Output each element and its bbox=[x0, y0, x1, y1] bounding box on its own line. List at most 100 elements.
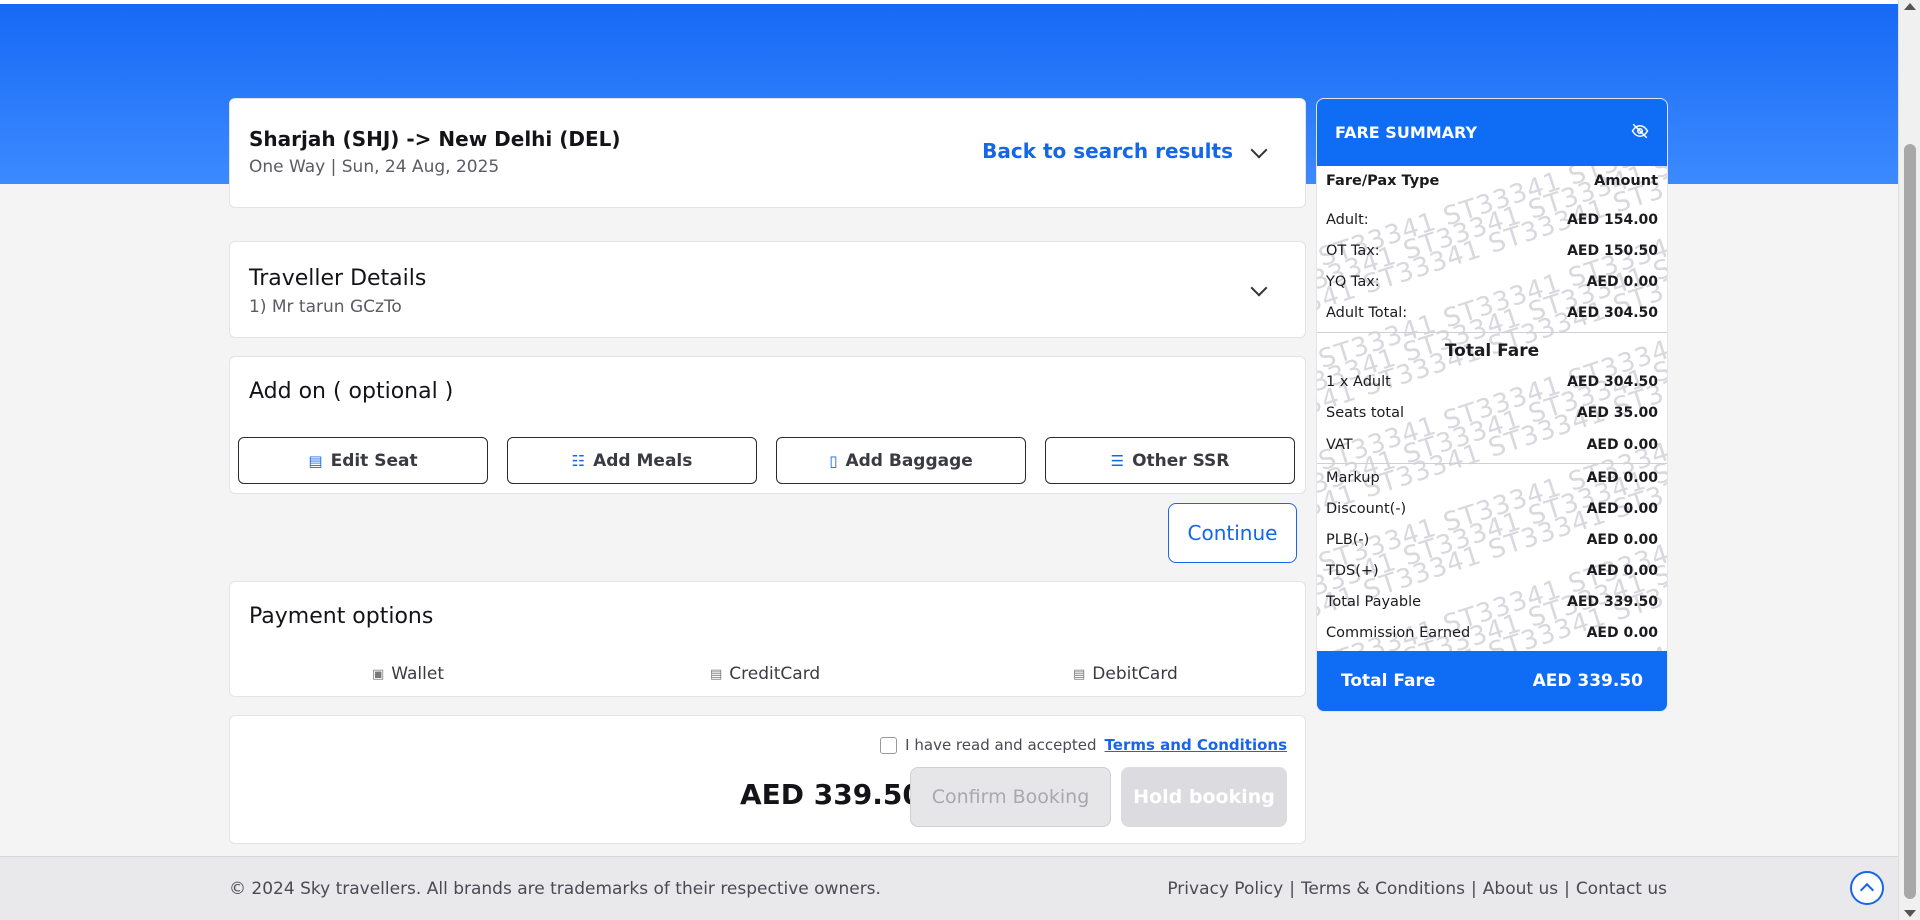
edit-seat-label: Edit Seat bbox=[330, 450, 418, 471]
fare-row-value: AED 0.00 bbox=[1586, 532, 1658, 548]
grand-total: AED 339.50 bbox=[740, 778, 922, 811]
terms-row: I have read and accepted Terms and Condi… bbox=[880, 736, 1287, 754]
fare-row: Discount(-) AED 0.00 bbox=[1326, 501, 1658, 517]
terms-text: I have read and accepted bbox=[905, 736, 1097, 754]
other-ssr-label: Other SSR bbox=[1132, 450, 1230, 471]
edit-seat-button[interactable]: ▤ Edit Seat bbox=[238, 437, 488, 484]
fare-row-value: AED 304.50 bbox=[1567, 305, 1658, 321]
fare-row-value: AED 0.00 bbox=[1586, 563, 1658, 579]
fare-row-label: Seats total bbox=[1326, 405, 1405, 421]
booking-confirm-card: I have read and accepted Terms and Condi… bbox=[229, 715, 1306, 844]
add-baggage-label: Add Baggage bbox=[845, 450, 973, 471]
seat-icon: ▤ bbox=[308, 451, 323, 470]
scroll-to-top-button[interactable] bbox=[1850, 871, 1884, 905]
page-footer: © 2024 Sky travellers. All brands are tr… bbox=[0, 856, 1898, 920]
scroll-up-arrow-icon[interactable] bbox=[1904, 3, 1916, 10]
terms-checkbox[interactable] bbox=[880, 736, 898, 754]
fare-row-label: Total Payable bbox=[1326, 594, 1422, 610]
fare-row-label: Markup bbox=[1326, 470, 1380, 486]
fare-row-label: Discount(-) bbox=[1326, 501, 1407, 517]
other-ssr-button[interactable]: ☰ Other SSR bbox=[1045, 437, 1295, 484]
tab-wallet-label: Wallet bbox=[391, 664, 445, 684]
tab-creditcard-label: CreditCard bbox=[729, 664, 821, 684]
col-amount: Amount bbox=[1594, 173, 1658, 189]
fare-row: Adult Total: AED 304.50 bbox=[1326, 305, 1658, 321]
fare-summary-title: FARE SUMMARY bbox=[1335, 123, 1478, 142]
add-meals-button[interactable]: ☷ Add Meals bbox=[507, 437, 757, 484]
fare-row: YQ Tax: AED 0.00 bbox=[1326, 274, 1658, 290]
chevron-down-icon[interactable] bbox=[1250, 141, 1268, 159]
tab-creditcard[interactable]: ▤ CreditCard bbox=[710, 664, 820, 684]
divider bbox=[1317, 332, 1667, 333]
watermark: ST33341 ST33341 ST33341 ST33341 ST33341 … bbox=[1316, 154, 1668, 694]
fare-row: VAT AED 0.00 bbox=[1326, 437, 1658, 453]
fare-row: 1 x Adult AED 304.50 bbox=[1326, 374, 1658, 390]
traveller-details-card: Traveller Details 1) Mr tarun GCzTo bbox=[229, 241, 1306, 338]
scrollbar[interactable] bbox=[1898, 0, 1920, 920]
watermark-text: ST33341 ST33341 ST33341 ST33341 bbox=[1316, 424, 1668, 614]
fare-row-label: Commission Earned bbox=[1326, 625, 1471, 641]
card-icon: ▤ bbox=[710, 666, 723, 682]
fare-row-label: 1 x Adult bbox=[1326, 374, 1391, 390]
trip-date: One Way | Sun, 24 Aug, 2025 bbox=[249, 157, 500, 177]
payment-options-card: Payment options ▣ Wallet ▤ CreditCard ▤ … bbox=[229, 581, 1306, 697]
terms-conditions-link[interactable]: Terms & Conditions bbox=[1301, 879, 1465, 899]
back-to-search-link[interactable]: Back to search results bbox=[982, 139, 1233, 163]
fare-summary-panel: ST33341 ST33341 ST33341 ST33341 ST33341 … bbox=[1316, 98, 1668, 712]
addon-card: Add on ( optional ) ▤ Edit Seat ☷ Add Me… bbox=[229, 356, 1306, 494]
footer-separator: | bbox=[1564, 879, 1570, 899]
hold-booking-button[interactable]: Hold booking bbox=[1121, 767, 1287, 827]
fare-row-value: AED 0.00 bbox=[1586, 625, 1658, 641]
fare-row-label: PLB(-) bbox=[1326, 532, 1370, 548]
scroll-down-arrow-icon[interactable] bbox=[1904, 910, 1916, 917]
fare-row: TDS(+) AED 0.00 bbox=[1326, 563, 1658, 579]
fare-row-label: TDS(+) bbox=[1326, 563, 1379, 579]
fare-total-label: Total Fare bbox=[1341, 671, 1436, 691]
about-us-link[interactable]: About us bbox=[1483, 879, 1558, 899]
divider bbox=[1317, 463, 1667, 464]
route-title: Sharjah (SHJ) -> New Delhi (DEL) bbox=[249, 127, 621, 151]
fare-row: OT Tax: AED 150.50 bbox=[1326, 243, 1658, 259]
continue-button[interactable]: Continue bbox=[1168, 503, 1297, 563]
contact-us-link[interactable]: Contact us bbox=[1576, 879, 1667, 899]
terms-link[interactable]: Terms and Conditions bbox=[1105, 736, 1287, 754]
fare-row-label: OT Tax: bbox=[1326, 243, 1380, 259]
fare-row: Markup AED 0.00 bbox=[1326, 470, 1658, 486]
fare-row: PLB(-) AED 0.00 bbox=[1326, 532, 1658, 548]
fare-row-value: AED 154.00 bbox=[1567, 212, 1658, 228]
addon-title: Add on ( optional ) bbox=[249, 379, 454, 404]
fare-row-value: AED 0.00 bbox=[1586, 501, 1658, 517]
fare-row: Seats total AED 35.00 bbox=[1326, 405, 1658, 421]
fare-row-label: Adult: bbox=[1326, 212, 1369, 228]
fare-row-value: AED 0.00 bbox=[1586, 470, 1658, 486]
add-baggage-button[interactable]: ▯ Add Baggage bbox=[776, 437, 1026, 484]
fare-row-label: YQ Tax: bbox=[1326, 274, 1380, 290]
fare-row: Commission Earned AED 0.00 bbox=[1326, 625, 1658, 641]
tab-wallet[interactable]: ▣ Wallet bbox=[372, 664, 444, 684]
fare-row-value: AED 339.50 bbox=[1567, 594, 1658, 610]
fare-total-bar: Total Fare AED 339.50 bbox=[1317, 651, 1667, 711]
eye-off-icon[interactable] bbox=[1631, 122, 1649, 140]
fare-row-label: Adult Total: bbox=[1326, 305, 1408, 321]
fare-row-value: AED 0.00 bbox=[1586, 437, 1658, 453]
scrollbar-thumb[interactable] bbox=[1904, 144, 1916, 899]
fare-row: Total Payable AED 339.50 bbox=[1326, 594, 1658, 610]
tab-debitcard-label: DebitCard bbox=[1092, 664, 1178, 684]
card-icon: ▤ bbox=[1073, 666, 1086, 682]
fare-summary-header: FARE SUMMARY bbox=[1317, 99, 1667, 166]
footer-links: Privacy Policy | Terms & Conditions | Ab… bbox=[1167, 879, 1667, 899]
confirm-booking-button[interactable]: Confirm Booking bbox=[910, 767, 1111, 827]
baggage-icon: ▯ bbox=[829, 451, 838, 470]
watermark-text: ST33341 ST33341 ST33341 ST33341 bbox=[1316, 458, 1668, 648]
copyright-text: © 2024 Sky travellers. All brands are tr… bbox=[229, 879, 881, 899]
meal-icon: ☷ bbox=[571, 451, 586, 470]
fare-row-value: AED 304.50 bbox=[1567, 374, 1658, 390]
tab-debitcard[interactable]: ▤ DebitCard bbox=[1073, 664, 1178, 684]
wallet-icon: ▣ bbox=[372, 666, 385, 682]
fare-row-value: AED 0.00 bbox=[1586, 274, 1658, 290]
list-icon: ☰ bbox=[1110, 451, 1125, 470]
chevron-down-icon[interactable] bbox=[1250, 279, 1268, 297]
payment-options-title: Payment options bbox=[249, 604, 434, 629]
fare-total-value: AED 339.50 bbox=[1532, 671, 1643, 691]
privacy-policy-link[interactable]: Privacy Policy bbox=[1167, 879, 1283, 899]
